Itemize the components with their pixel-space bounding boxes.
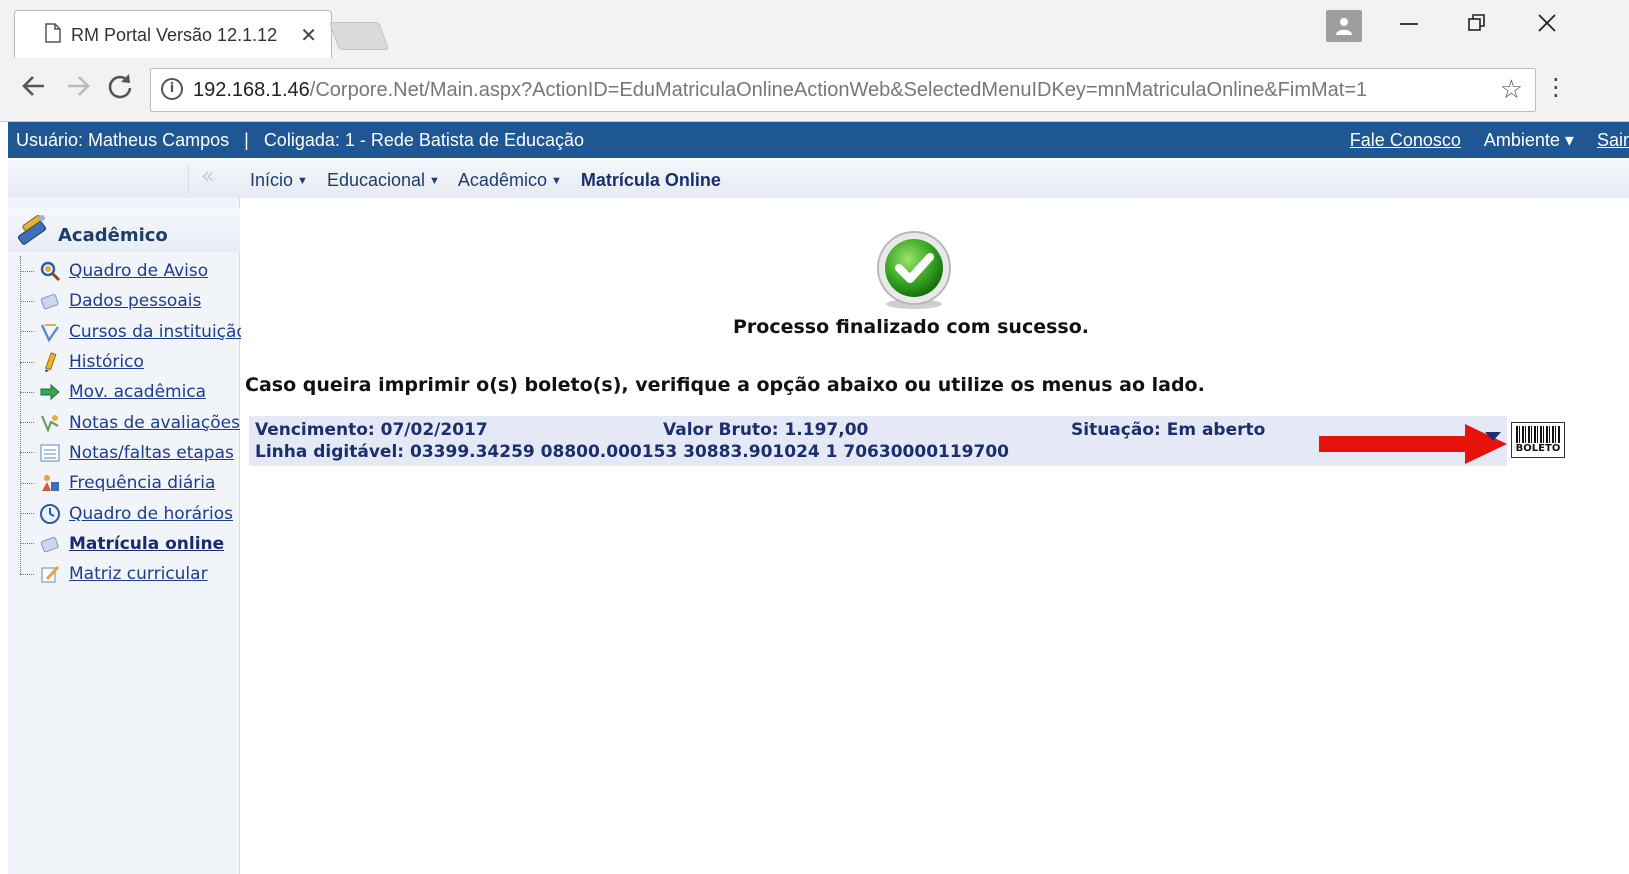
boleto-dropdown-icon[interactable]: [1485, 432, 1501, 441]
success-message: Processo finalizado com sucesso.: [733, 316, 1089, 338]
page-icon: [45, 23, 61, 47]
sidebar-item-notas-faltas-etapas[interactable]: Notas/faltas etapas: [20, 438, 242, 468]
notice-board-icon: [38, 259, 62, 283]
instruction-text: Caso queira imprimir o(s) boleto(s), ver…: [245, 374, 1205, 396]
breadcrumb-inicio[interactable]: Início ▼: [250, 170, 308, 190]
boleto-print-button[interactable]: BOLETO: [1511, 422, 1565, 458]
coligada-label: Coligada: 1 - Rede Batista de Educação: [263, 130, 585, 150]
url-input[interactable]: i 192.168.1.46/Corpore.Net/Main.aspx?Act…: [150, 68, 1536, 112]
personal-data-icon: [38, 289, 62, 313]
sidebar-item-dados-pessoais[interactable]: Dados pessoais: [20, 286, 242, 316]
breadcrumb: Início ▼ Educacional ▼ Acadêmico ▼ Matrícul…: [250, 170, 735, 191]
sidebar-item-notas-de-avaliacoes[interactable]: Notas de avaliações: [20, 407, 242, 437]
portal-header: Usuário: Matheus Campos | Coligada: 1 - …: [8, 122, 1629, 158]
boleto-button-label: BOLETO: [1515, 443, 1561, 454]
close-icon[interactable]: [1536, 12, 1558, 40]
sidebar: Acadêmico Quadro de Aviso Dados pessoais…: [8, 198, 242, 874]
academic-movement-icon: [38, 380, 62, 404]
main-content: Processo finalizado com sucesso. Caso qu…: [241, 198, 1629, 874]
success-check-icon: [875, 230, 953, 314]
breadcrumb-bar: ‹‹ Início ▼ Educacional ▼ Acadêmico ▼ Matrí…: [8, 160, 1629, 198]
boleto-situacao: Situação: Em aberto: [1071, 420, 1266, 440]
reload-icon[interactable]: [106, 72, 134, 107]
grades-icon: [38, 411, 62, 435]
url-text: 192.168.1.46/Corpore.Net/Main.aspx?Actio…: [193, 79, 1368, 101]
sidebar-item-cursos-da-instituicao[interactable]: Cursos da instituição: [20, 317, 242, 347]
tab-title: RM Portal Versão 12.1.12: [71, 24, 278, 45]
info-icon[interactable]: i: [161, 78, 183, 100]
back-icon[interactable]: [20, 72, 48, 107]
courses-icon: [38, 320, 62, 344]
barcode-icon: [1516, 426, 1560, 443]
menu-icon[interactable]: · · ·: [1552, 68, 1560, 108]
breadcrumb-current: Matrícula Online: [580, 170, 721, 190]
sidebar-item-historico[interactable]: Histórico: [20, 347, 242, 377]
tab-close-icon[interactable]: ✕: [300, 23, 317, 47]
sair-link[interactable]: Sair: [1597, 130, 1629, 150]
sidebar-menu: Quadro de Aviso Dados pessoais Cursos da…: [20, 256, 242, 589]
academic-tools-icon: [12, 212, 54, 256]
new-tab-button[interactable]: [328, 22, 390, 50]
attendance-icon: [38, 471, 62, 495]
boleto-valor-bruto: Valor Bruto: 1.197,00: [663, 420, 869, 440]
browser-chrome: RM Portal Versão 12.1.12 ✕ i 192.168.1.4…: [0, 0, 1629, 122]
breadcrumb-academico[interactable]: Acadêmico ▼: [458, 170, 562, 190]
schedule-icon: [38, 502, 62, 526]
grades-absences-icon: [38, 441, 62, 465]
sidebar-item-quadro-de-horarios[interactable]: Quadro de horários: [20, 498, 242, 528]
forward-icon[interactable]: [64, 72, 92, 107]
sidebar-item-matricula-online[interactable]: Matrícula online: [20, 529, 242, 559]
ambiente-dropdown[interactable]: Ambiente ▾: [1484, 130, 1574, 150]
address-bar-row: i 192.168.1.46/Corpore.Net/Main.aspx?Act…: [0, 62, 1629, 118]
sidebar-title: Acadêmico: [58, 225, 168, 246]
sidebar-header: Acadêmico: [8, 208, 240, 252]
browser-tab[interactable]: RM Portal Versão 12.1.12 ✕: [14, 10, 332, 58]
header-separator: |: [244, 130, 249, 150]
collapse-sidebar-button[interactable]: ‹‹: [188, 164, 240, 194]
sidebar-item-mov-academica[interactable]: Mov. acadêmica: [20, 377, 242, 407]
star-icon[interactable]: ☆: [1500, 75, 1523, 105]
curriculum-icon: [38, 562, 62, 586]
sidebar-item-quadro-de-aviso[interactable]: Quadro de Aviso: [20, 256, 242, 286]
sidebar-item-frequencia-diaria[interactable]: Frequência diária: [20, 468, 242, 498]
fale-conosco-link[interactable]: Fale Conosco: [1350, 130, 1461, 150]
enrollment-icon: [38, 532, 62, 556]
sidebar-item-matriz-curricular[interactable]: Matriz curricular: [20, 559, 242, 589]
user-label: Usuário: Matheus Campos: [16, 130, 230, 150]
breadcrumb-educacional[interactable]: Educacional ▼: [327, 170, 440, 190]
boleto-vencimento: Vencimento: 07/02/2017: [255, 420, 488, 440]
history-icon: [38, 350, 62, 374]
restore-icon[interactable]: [1466, 12, 1488, 40]
red-arrow-annotation: [1319, 420, 1509, 472]
boleto-linha-digitavel: Linha digitável: 03399.34259 08800.00015…: [255, 442, 1009, 462]
minimize-icon[interactable]: [1398, 12, 1420, 40]
profile-icon[interactable]: [1326, 10, 1362, 42]
